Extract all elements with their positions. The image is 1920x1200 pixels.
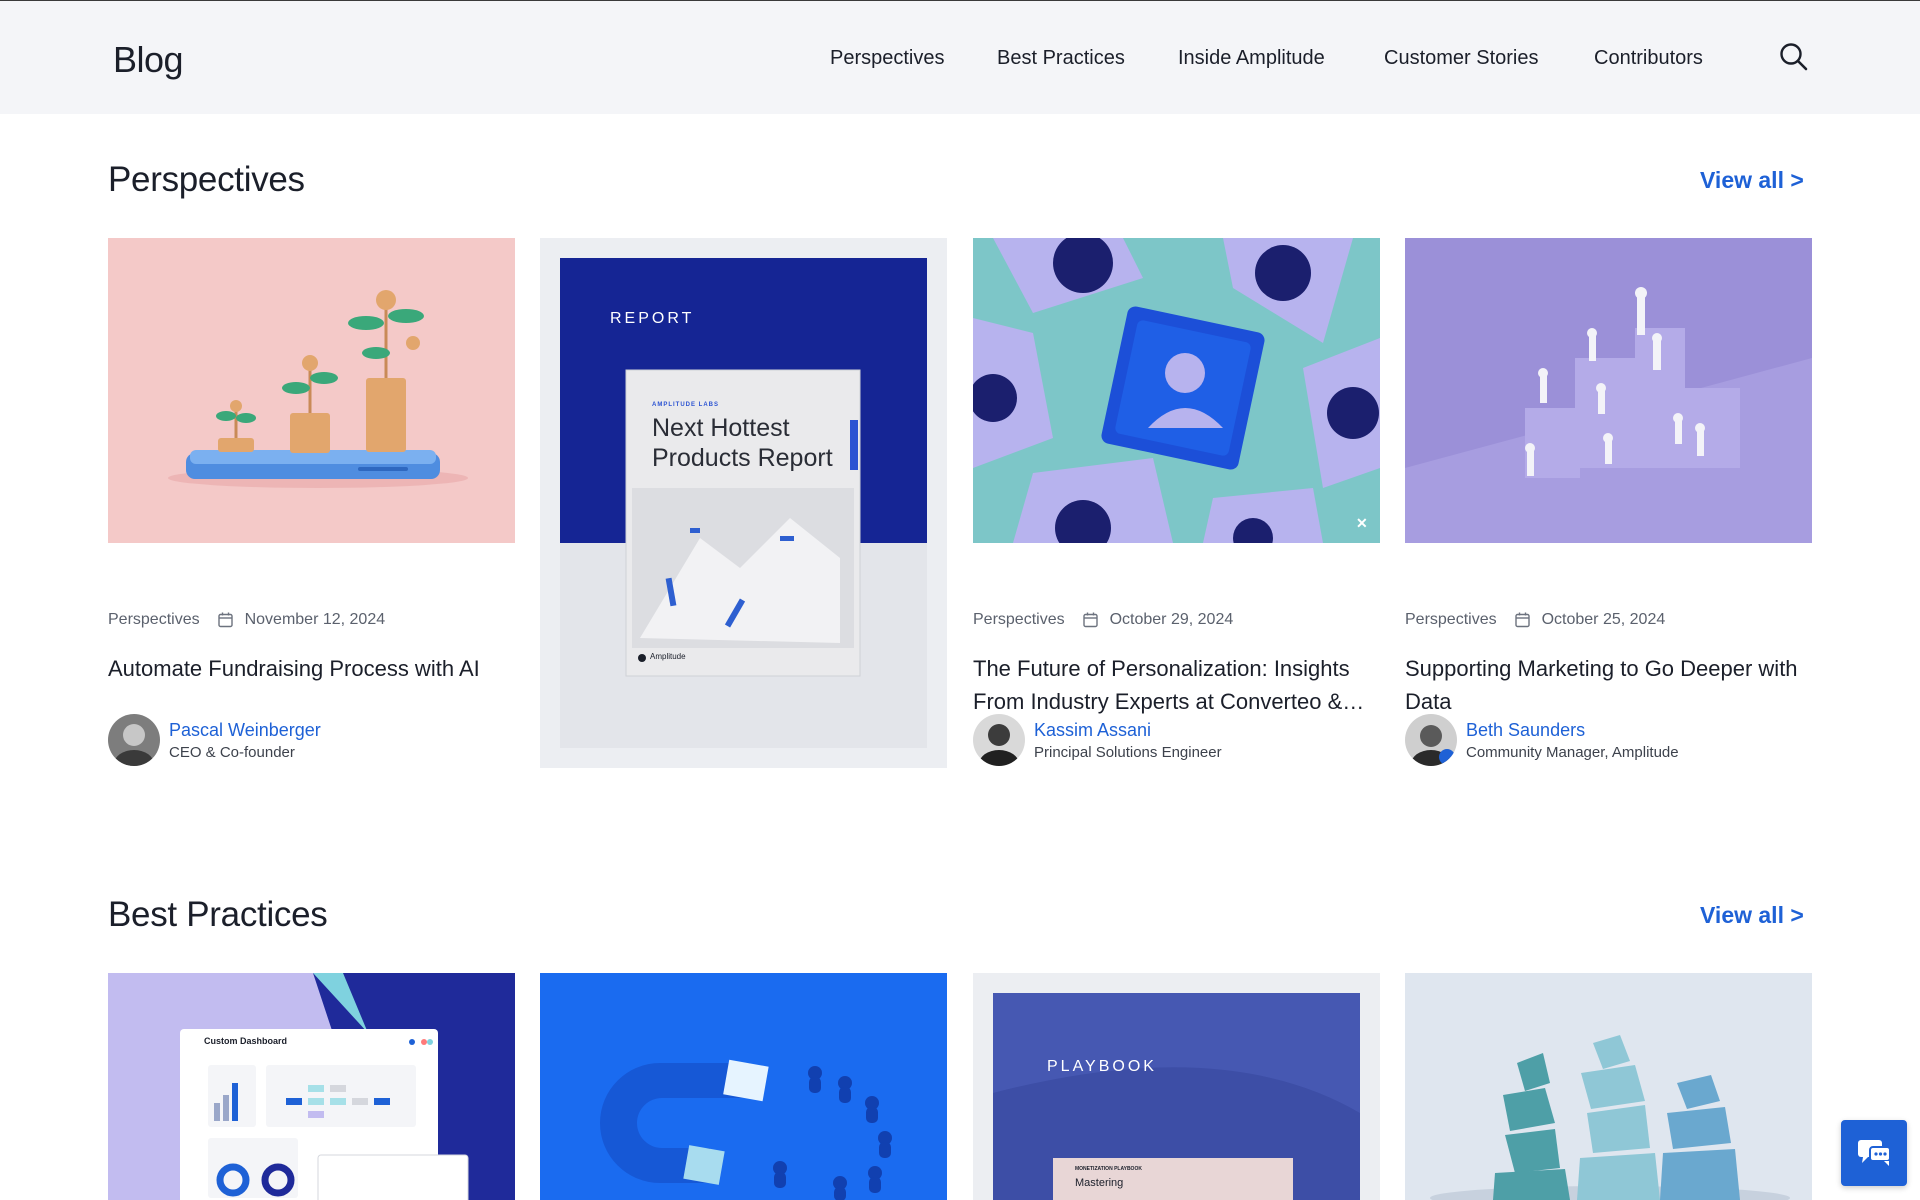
search-button[interactable] [1778,41,1810,73]
article-date: October 29, 2024 [1109,611,1234,628]
article-meta: Perspectives October 25, 2024 [1405,610,1665,630]
article-thumbnail [993,993,1360,1200]
article-thumbnail [540,973,947,1200]
calendar-icon [1082,612,1098,628]
best-practice-card-dashboard[interactable]: Custom Dashboard [108,973,515,1200]
avatar[interactable] [108,714,160,766]
best-practice-card-magnet[interactable] [540,973,947,1200]
article-thumbnail [108,973,515,1200]
article-card-marketing-data[interactable]: Perspectives October 25, 2024 Supporting… [1405,238,1812,768]
report-label: REPORT [610,310,695,327]
article-card-personalization[interactable]: ✕ Perspectives October 29, 2024 The Futu… [973,238,1380,768]
svg-text:✕: ✕ [1356,515,1368,531]
avatar[interactable] [973,714,1025,766]
article-title[interactable]: Supporting Marketing to Go Deeper with D… [1405,652,1812,718]
author-role: Community Manager, Amplitude [1466,744,1679,761]
article-category[interactable]: Perspectives [1405,611,1497,629]
author-name[interactable]: Pascal Weinberger [169,720,321,741]
search-icon [1780,43,1808,71]
author-role: Principal Solutions Engineer [1034,744,1222,761]
article-author: Beth Saunders Community Manager, Amplitu… [1405,714,1812,766]
view-all-best-practices-link[interactable]: View all > [1700,902,1804,929]
article-card-fundraising[interactable]: Perspectives November 12, 2024 Automate … [108,238,515,768]
article-author: Kassim Assani Principal Solutions Engine… [973,714,1380,766]
author-role: CEO & Co-founder [169,744,295,761]
chat-icon [1858,1140,1891,1166]
avatar[interactable] [1405,714,1457,766]
playbook-label: PLAYBOOK [1047,1058,1157,1075]
report-footer-brand: Amplitude [650,652,686,661]
article-meta: Perspectives November 12, 2024 [108,610,385,630]
section-title-perspectives: Perspectives [108,160,305,199]
article-title[interactable]: The Future of Personalization: Insights … [973,652,1380,718]
chat-widget-button[interactable] [1841,1120,1907,1186]
article-thumbnail[interactable]: ✕ [973,238,1380,543]
article-thumbnail[interactable] [1405,238,1812,543]
nav-customer-stories[interactable]: Customer Stories [1384,47,1539,70]
report-title-line-1: Next Hottest [652,414,790,442]
article-author: Pascal Weinberger CEO & Co-founder [108,714,515,766]
nav-contributors[interactable]: Contributors [1594,47,1703,70]
article-meta: Perspectives October 29, 2024 [973,610,1233,630]
article-date: October 25, 2024 [1541,611,1666,628]
article-thumbnail [1405,973,1812,1200]
nav-perspectives[interactable]: Perspectives [830,47,945,70]
section-title-best-practices: Best Practices [108,895,328,934]
article-thumbnail[interactable] [108,238,515,543]
article-category[interactable]: Perspectives [108,611,200,629]
view-all-perspectives-link[interactable]: View all > [1700,167,1804,194]
article-category[interactable]: Perspectives [973,611,1065,629]
nav-best-practices[interactable]: Best Practices [997,47,1125,70]
best-practice-card-balance-stones[interactable] [1405,973,1812,1200]
best-practice-card-playbook[interactable]: PLAYBOOK MONETIZATION PLAYBOOK Mastering [973,973,1380,1200]
report-brand: AMPLITUDE LABS [652,402,719,408]
calendar-icon [217,612,233,628]
report-promo-card[interactable]: REPORT AMPLITUDE LABS Next Hottest Produ… [540,238,947,768]
report-cover-image [560,258,927,748]
article-date: November 12, 2024 [244,611,386,628]
nav-inside-amplitude[interactable]: Inside Amplitude [1178,47,1325,70]
author-name[interactable]: Beth Saunders [1466,720,1585,741]
main-nav: Perspectives Best Practices Inside Ampli… [0,47,1920,75]
site-header: Blog Perspectives Best Practices Inside … [0,0,1920,114]
author-name[interactable]: Kassim Assani [1034,720,1151,741]
report-title-line-2: Products Report [652,444,833,472]
article-title[interactable]: Automate Fundraising Process with AI [108,652,515,685]
playbook-subtitle: MONETIZATION PLAYBOOK [1075,1166,1142,1172]
calendar-icon [1514,612,1530,628]
playbook-title: Mastering [1075,1177,1124,1189]
dashboard-label: Custom Dashboard [204,1036,288,1046]
